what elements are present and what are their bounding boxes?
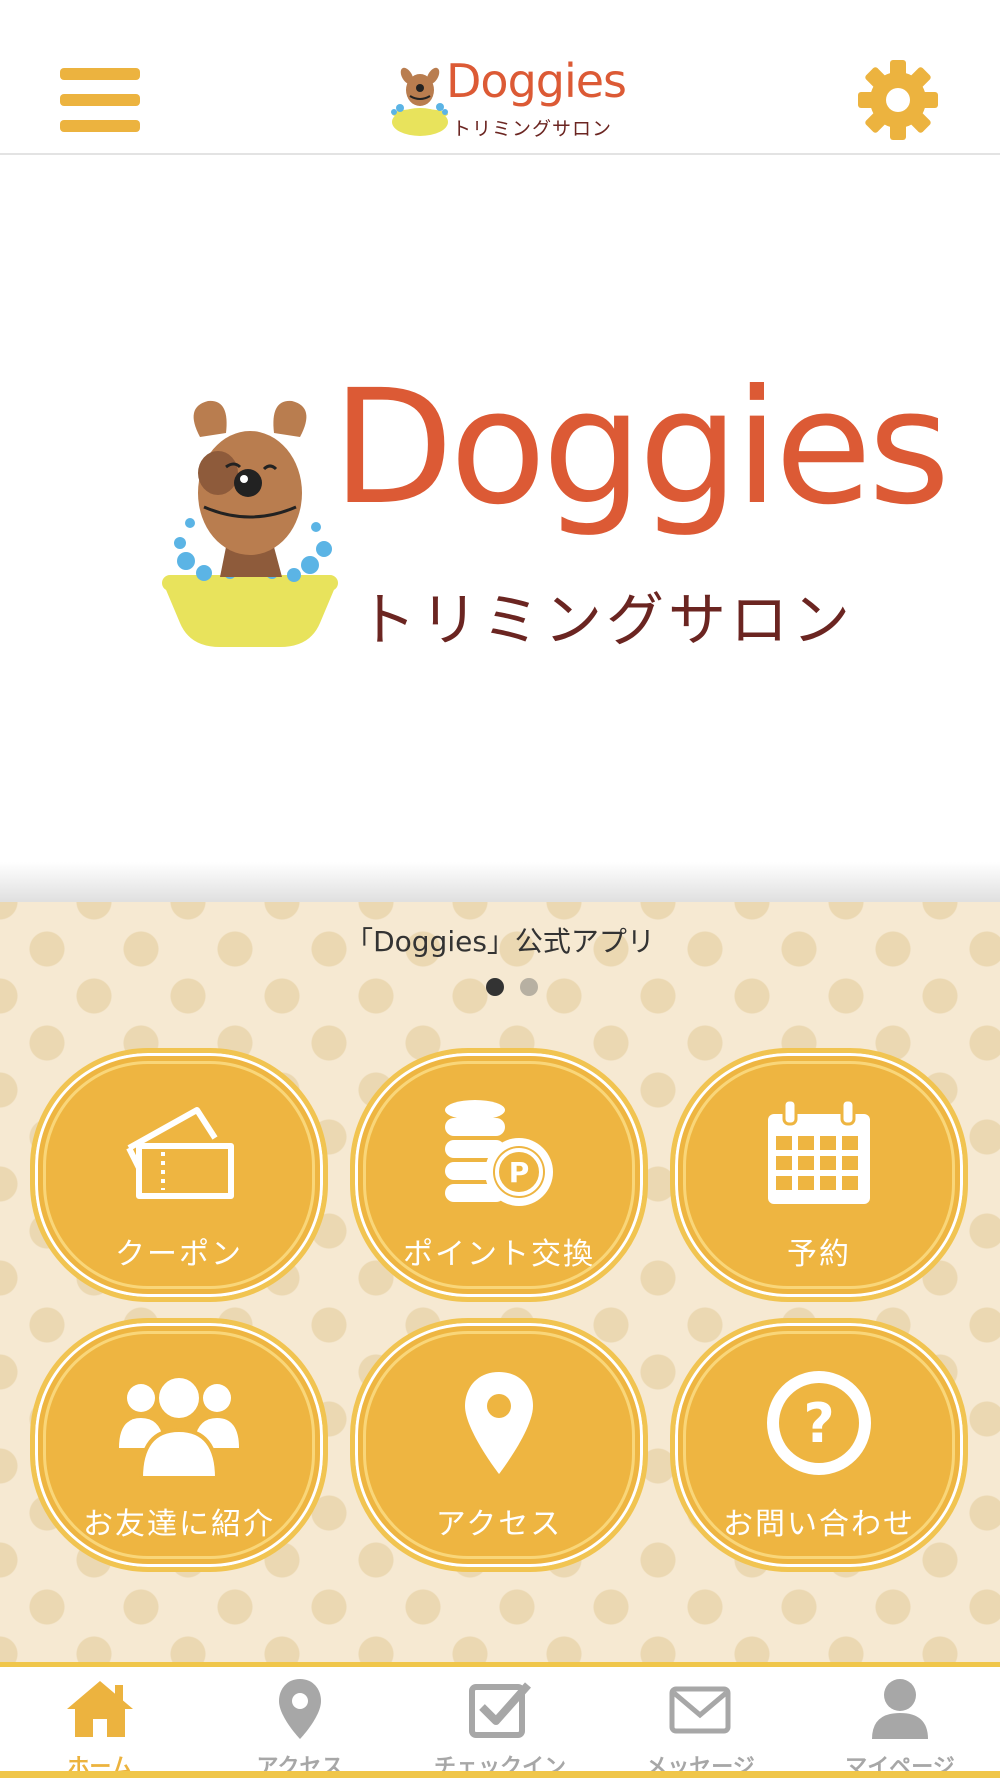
- calendar-icon: [768, 1098, 870, 1204]
- gear-icon[interactable]: [856, 58, 940, 142]
- hero-logo-text: Doggies: [332, 356, 950, 540]
- checkin-checkbox-icon: [469, 1682, 531, 1738]
- point-coins-icon: P: [445, 1100, 553, 1206]
- carousel-indicator: [486, 978, 546, 1000]
- coupon-button[interactable]: クーポン: [30, 1048, 328, 1302]
- tab-access[interactable]: アクセス: [200, 1667, 400, 1778]
- map-pin-icon: [279, 1679, 321, 1739]
- dog-mascot-icon: [391, 67, 448, 136]
- reservation-button[interactable]: 予約: [670, 1048, 968, 1302]
- tile-label: ポイント交換: [403, 1237, 595, 1272]
- carousel-dot-2[interactable]: [520, 978, 538, 996]
- header-logo-subtitle: トリミングサロン: [452, 118, 613, 140]
- carousel-dot-1[interactable]: [486, 978, 504, 996]
- hero-banner[interactable]: Doggies トリミングサロン: [0, 157, 1000, 902]
- tile-label: アクセス: [435, 1507, 563, 1542]
- tile-label: クーポン: [115, 1237, 243, 1272]
- tab-checkin[interactable]: チェックイン: [400, 1667, 600, 1778]
- home-icon: [67, 1681, 133, 1737]
- tile-label: 予約: [787, 1237, 851, 1272]
- access-button[interactable]: アクセス: [350, 1318, 648, 1572]
- user-icon: [872, 1679, 928, 1739]
- svg-text:?: ?: [803, 1392, 834, 1455]
- header-logo-text: Doggies: [446, 54, 627, 108]
- question-circle-icon: ?: [767, 1371, 871, 1475]
- friends-group-icon: [119, 1374, 239, 1478]
- tab-message[interactable]: メッセージ: [600, 1667, 800, 1778]
- tile-label: お友達に紹介: [83, 1507, 275, 1542]
- hero-shadow: [0, 862, 1000, 902]
- point-exchange-button[interactable]: P ポイント交換: [350, 1048, 648, 1302]
- app-caption: 「Doggies」公式アプリ: [345, 925, 655, 958]
- hamburger-menu-icon[interactable]: [58, 64, 144, 136]
- refer-friend-button[interactable]: お友達に紹介: [30, 1318, 328, 1572]
- bottom-accent-bar: [0, 1771, 1000, 1778]
- dog-mascot-icon: [162, 400, 338, 647]
- hero-logo-subtitle: トリミングサロン: [358, 586, 855, 654]
- tab-mypage[interactable]: マイページ: [800, 1667, 1000, 1778]
- contact-button[interactable]: ? お問い合わせ: [670, 1318, 968, 1572]
- hero-logo: Doggies トリミングサロン: [160, 369, 950, 657]
- envelope-icon: [669, 1686, 731, 1734]
- svg-text:P: P: [509, 1156, 530, 1189]
- coupon-ticket-icon: [126, 1107, 234, 1199]
- header-logo: Doggies トリミングサロン: [390, 54, 627, 146]
- bottom-tab-bar: ホーム アクセス チェックイン メッセージ マイページ: [0, 1662, 1000, 1778]
- tile-label: お問い合わせ: [723, 1507, 915, 1542]
- menu-panel: 「Doggies」公式アプリ クーポン P ポイント交換 予約 お友達に紹介 ア…: [0, 902, 1000, 1662]
- tab-home[interactable]: ホーム: [0, 1667, 200, 1778]
- app-header: Doggies トリミングサロン: [0, 0, 1000, 155]
- map-pin-icon: [465, 1372, 533, 1474]
